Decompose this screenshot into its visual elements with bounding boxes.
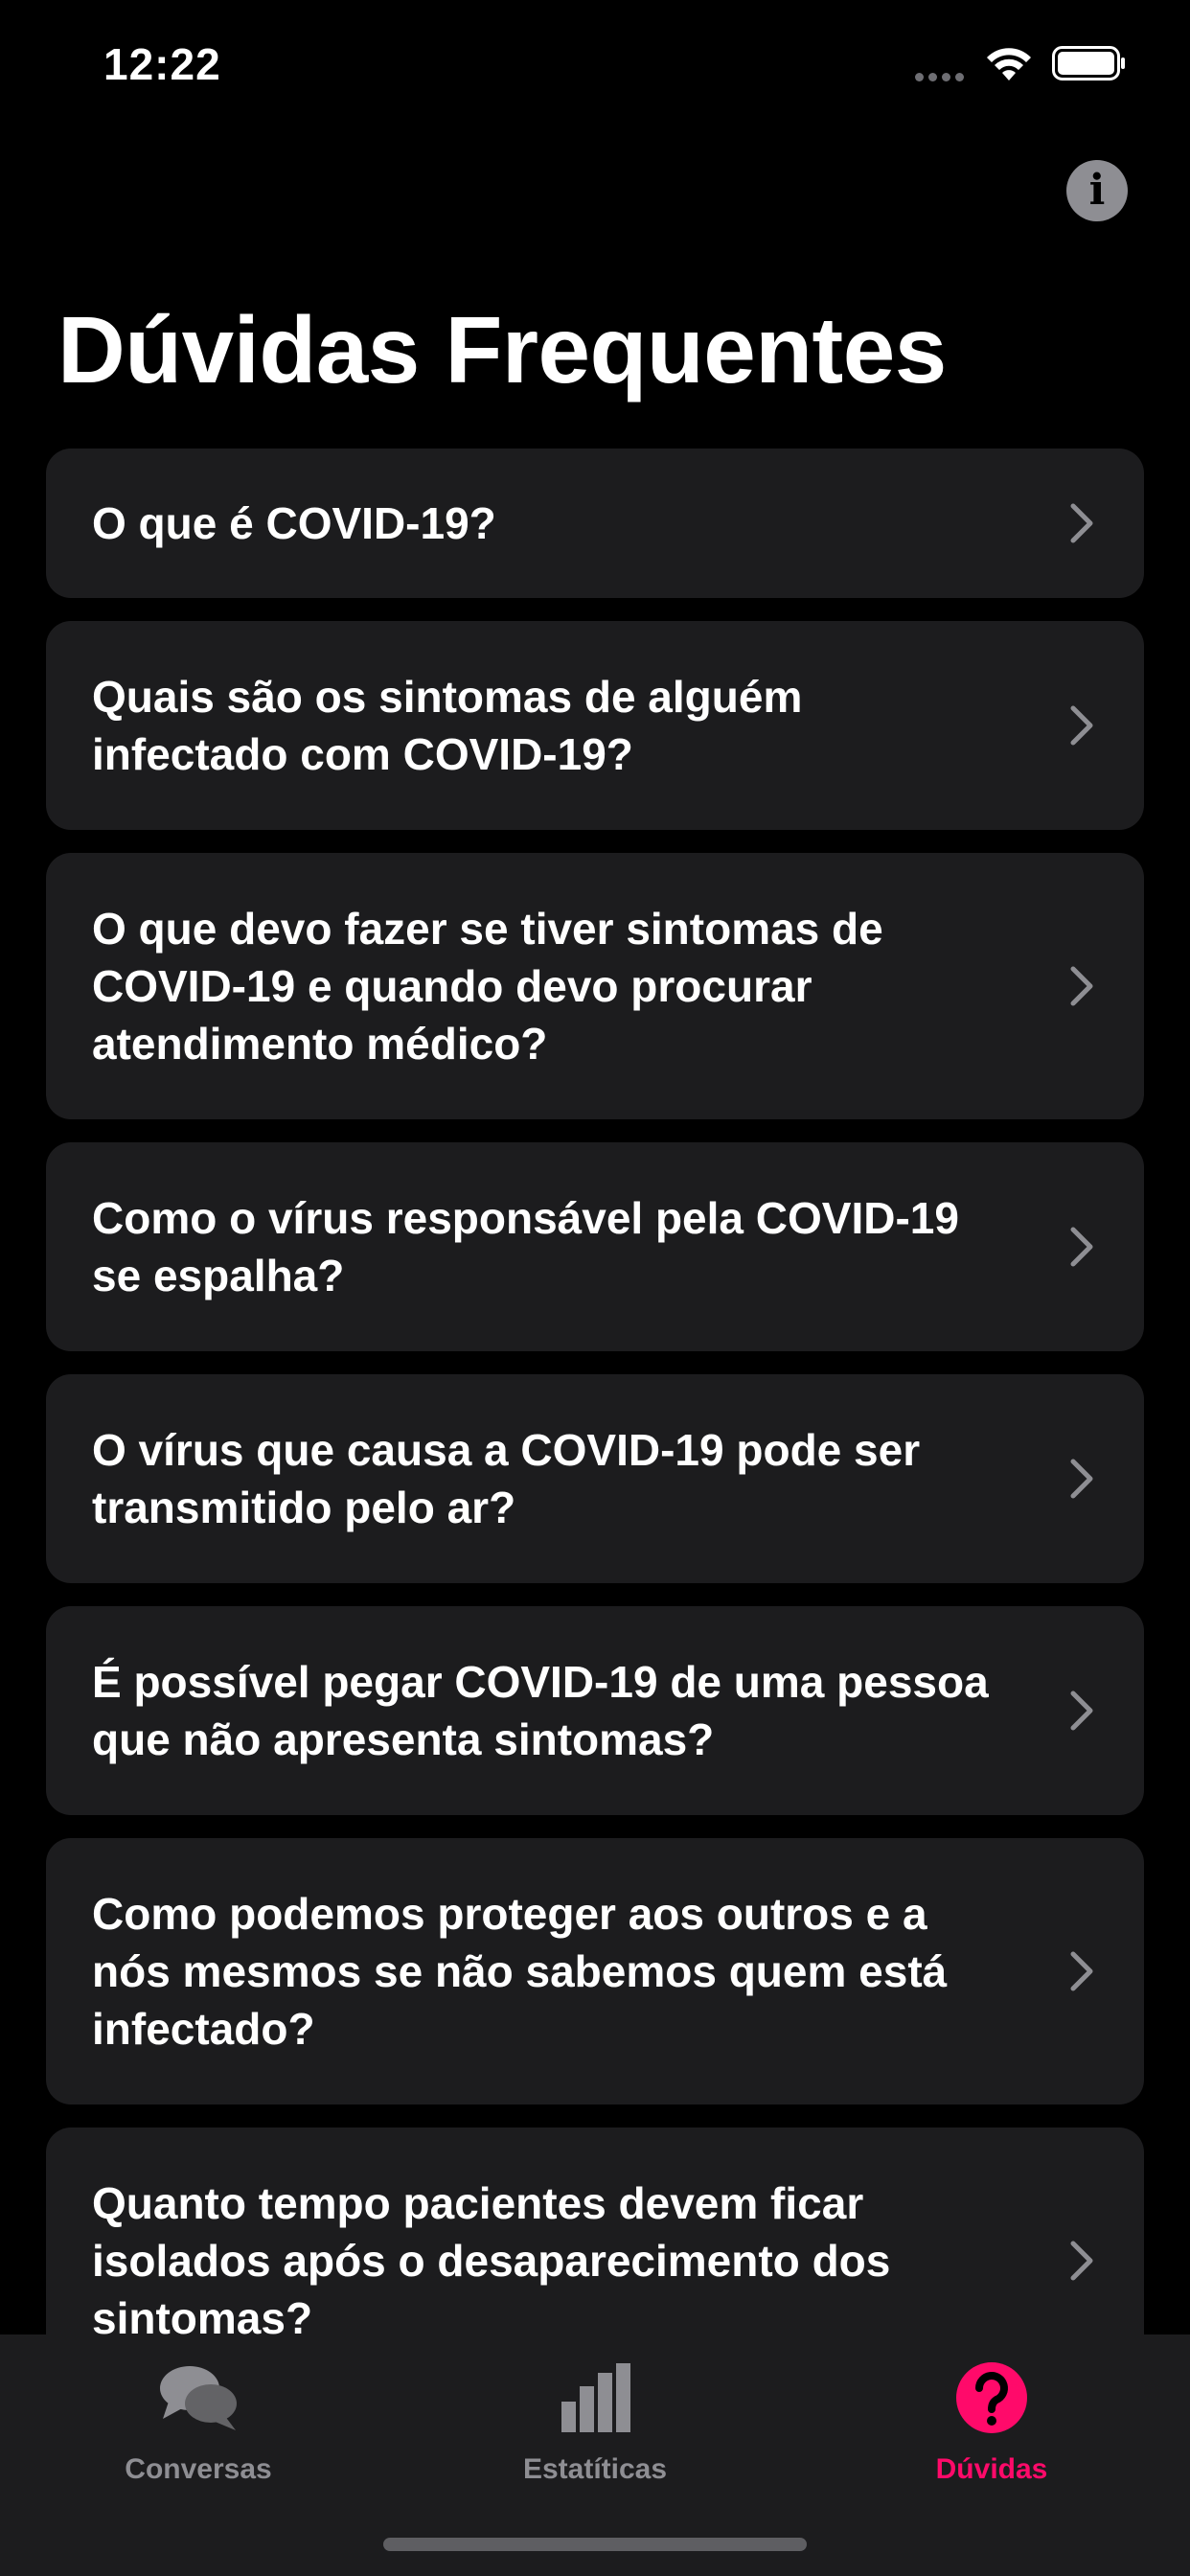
page-title: Dúvidas Frequentes [57,297,947,402]
faq-question: Como podemos proteger aos outros e a nós… [92,1889,948,2054]
chevron-right-icon [1070,1690,1093,1731]
tab-duvidas[interactable]: Dúvidas [793,2334,1190,2507]
info-button[interactable]: i [1066,160,1128,221]
faq-item[interactable]: Quais são os sintomas de alguém infectad… [46,621,1144,830]
faq-question: O vírus que causa a COVID-19 pode ser tr… [92,1425,921,1532]
status-time: 12:22 [103,39,221,89]
battery-icon [1052,46,1125,80]
home-indicator[interactable] [383,2538,807,2551]
cellular-signal-icon [915,69,969,86]
chevron-right-icon [1070,1459,1093,1499]
faq-item[interactable]: O vírus que causa a COVID-19 pode ser tr… [46,1374,1144,1583]
info-icon: i [1088,166,1106,215]
chat-bubbles-icon [160,2366,237,2430]
wifi-icon [987,48,1031,80]
faq-question: Quanto tempo pacientes devem ficar isola… [92,2178,891,2334]
tab-label: Conversas [125,2453,272,2485]
faq-item[interactable]: O que devo fazer se tiver sintomas de CO… [46,853,1144,1119]
status-bar: 12:22 [0,0,1190,134]
bar-chart-icon [561,2363,630,2432]
chevron-right-icon [1070,1951,1093,1991]
chevron-right-icon [1070,503,1093,543]
chevron-right-icon [1070,2241,1093,2281]
faq-question: Quais são os sintomas de alguém infectad… [92,672,803,779]
tab-label: Estatíticas [522,2453,668,2485]
faq-item[interactable]: Como o vírus responsável pela COVID-19 s… [46,1142,1144,1351]
faq-item[interactable]: É possível pegar COVID-19 de uma pessoa … [46,1606,1144,1815]
faq-item[interactable]: Quanto tempo pacientes devem ficar isola… [46,2128,1144,2334]
faq-question: É possível pegar COVID-19 de uma pessoa … [92,1657,989,1764]
faq-item[interactable]: O que é COVID-19? [46,448,1144,598]
tab-bar: Conversas Estatíticas Dúvidas [0,2334,1190,2576]
faq-question: O que é COVID-19? [92,498,496,548]
question-mark-icon [956,2362,1027,2433]
faq-question: Como o vírus responsável pela COVID-19 s… [92,1193,959,1300]
faq-question: O que devo fazer se tiver sintomas de CO… [92,904,883,1069]
faq-list[interactable]: O que é COVID-19? Quais são os sintomas … [46,448,1144,2334]
tab-estatisticas[interactable]: Estatíticas [397,2334,793,2507]
tab-label: Dúvidas [935,2453,1048,2485]
chevron-right-icon [1070,1227,1093,1267]
tab-conversas[interactable]: Conversas [0,2334,397,2507]
chevron-right-icon [1070,966,1093,1006]
chevron-right-icon [1070,705,1093,746]
faq-item[interactable]: Como podemos proteger aos outros e a nós… [46,1838,1144,2104]
